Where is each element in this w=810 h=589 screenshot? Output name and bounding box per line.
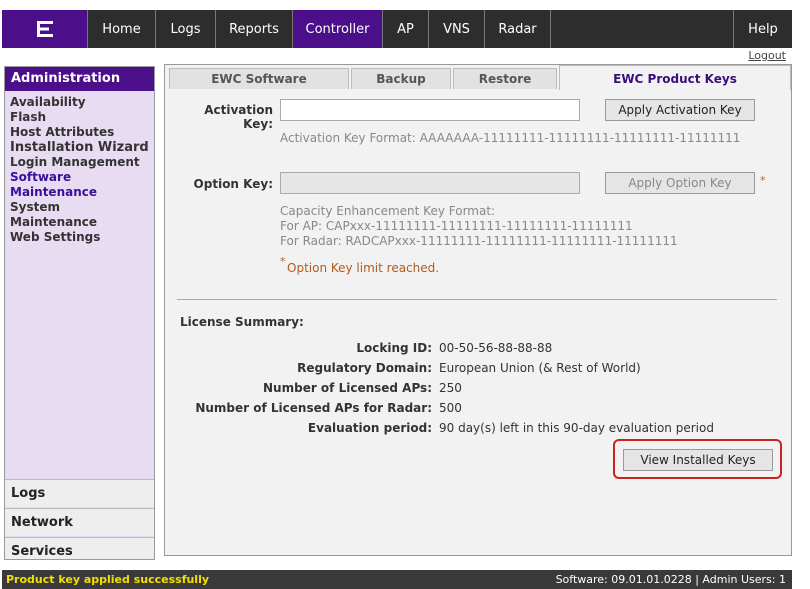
summary-row-regulatory-domain: Regulatory Domain: European Union (& Res… — [179, 361, 779, 379]
option-key-star: * — [760, 174, 766, 187]
tab-restore[interactable]: Restore — [453, 68, 557, 89]
nav-vns[interactable]: VNS — [429, 10, 485, 48]
top-navigation-bar: Home Logs Reports Controller AP VNS Rada… — [2, 10, 792, 48]
license-summary-title: License Summary: — [180, 315, 304, 329]
sidebar-title[interactable]: Administration — [5, 67, 154, 91]
summary-value: 00-50-56-88-88-88 — [439, 341, 553, 355]
summary-key: Regulatory Domain: — [297, 361, 432, 375]
status-bar: Product key applied successfully Softwar… — [2, 570, 792, 589]
option-key-input[interactable] — [280, 172, 580, 194]
nav-logs[interactable]: Logs — [156, 10, 216, 48]
sidebar-section-network[interactable]: Network — [5, 508, 154, 536]
nav-radar[interactable]: Radar — [485, 10, 551, 48]
nav-spacer — [551, 10, 734, 48]
summary-row-licensed-aps: Number of Licensed APs: 250 — [179, 381, 779, 399]
apply-option-key-button[interactable]: Apply Option Key — [605, 172, 755, 194]
sidebar: Administration Availability Flash Host A… — [4, 66, 155, 560]
sidebar-item-flash[interactable]: Flash — [10, 110, 149, 125]
extreme-logo-icon[interactable] — [2, 10, 88, 48]
nav-help[interactable]: Help — [734, 10, 792, 48]
summary-value: 250 — [439, 381, 462, 395]
apply-activation-key-button[interactable]: Apply Activation Key — [605, 99, 755, 121]
nav-controller[interactable]: Controller — [293, 10, 383, 48]
sidebar-item-system-maintenance[interactable]: System Maintenance — [10, 200, 149, 230]
summary-value: 500 — [439, 401, 462, 415]
summary-key: Number of Licensed APs for Radar: — [195, 401, 432, 415]
summary-value: European Union (& Rest of World) — [439, 361, 641, 375]
sidebar-item-availability[interactable]: Availability — [10, 95, 149, 110]
activation-key-input[interactable] — [280, 99, 580, 121]
summary-row-licensed-aps-radar: Number of Licensed APs for Radar: 500 — [179, 401, 779, 419]
summary-value: 90 day(s) left in this 90-day evaluation… — [439, 421, 714, 435]
summary-row-locking-id: Locking ID: 00-50-56-88-88-88 — [179, 341, 779, 359]
tab-ewc-software[interactable]: EWC Software — [169, 68, 349, 89]
summary-key: Locking ID: — [356, 341, 432, 355]
option-limit-message: Option Key limit reached. — [287, 261, 440, 275]
nav-reports[interactable]: Reports — [216, 10, 293, 48]
nav-home[interactable]: Home — [88, 10, 156, 48]
tab-ewc-product-keys[interactable]: EWC Product Keys — [559, 65, 791, 90]
sidebar-section-services[interactable]: Services — [5, 537, 154, 559]
activation-key-label: Activation Key: — [204, 103, 273, 131]
sidebar-item-login-management[interactable]: Login Management — [10, 155, 149, 170]
capacity-format-ap: For AP: CAPxxx-11111111-11111111-1111111… — [280, 219, 633, 233]
sidebar-items: Availability Flash Host Attributes Insta… — [5, 91, 154, 249]
option-limit-star: * — [280, 255, 286, 268]
summary-row-evaluation-period: Evaluation period: 90 day(s) left in thi… — [179, 421, 779, 439]
capacity-format-title: Capacity Enhancement Key Format: — [280, 204, 496, 218]
section-divider — [177, 299, 777, 300]
main-panel: EWC Software Backup Restore EWC Product … — [164, 64, 792, 556]
sidebar-item-host-attributes[interactable]: Host Attributes — [10, 125, 149, 140]
status-info: Software: 09.01.01.0228 | Admin Users: 1 — [555, 573, 786, 586]
sidebar-section-logs[interactable]: Logs — [5, 479, 154, 507]
summary-key: Evaluation period: — [307, 421, 432, 435]
tab-bar: EWC Software Backup Restore EWC Product … — [165, 65, 791, 90]
logout-link[interactable]: Logout — [748, 49, 786, 62]
option-key-label: Option Key: — [193, 177, 273, 191]
sidebar-item-software-maintenance[interactable]: Software Maintenance — [10, 170, 149, 200]
nav-ap[interactable]: AP — [383, 10, 429, 48]
summary-key: Number of Licensed APs: — [263, 381, 432, 395]
view-installed-keys-button[interactable]: View Installed Keys — [623, 449, 773, 471]
capacity-format-radar: For Radar: RADCAPxxx-11111111-11111111-1… — [280, 234, 678, 248]
status-message: Product key applied successfully — [6, 573, 210, 586]
sidebar-item-installation-wizard[interactable]: Installation Wizard — [10, 140, 149, 155]
sidebar-item-web-settings[interactable]: Web Settings — [10, 230, 149, 245]
tab-backup[interactable]: Backup — [351, 68, 451, 89]
activation-key-format: Activation Key Format: AAAAAAA-11111111-… — [280, 131, 741, 145]
